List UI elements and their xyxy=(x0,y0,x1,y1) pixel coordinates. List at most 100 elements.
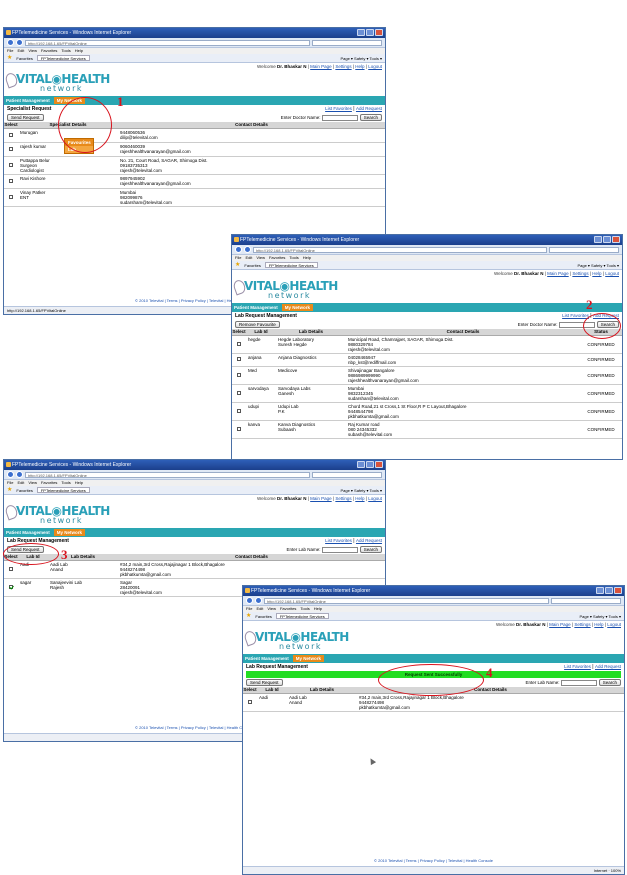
url-input[interactable]: http://192.168.1.65/FPVitalOnline xyxy=(25,471,310,478)
search-button[interactable]: Search xyxy=(359,114,382,121)
main-page-link[interactable]: Main Page xyxy=(310,496,332,501)
favorites-button[interactable]: Favorites xyxy=(16,54,32,62)
close-button[interactable] xyxy=(375,461,383,468)
select-checkbox[interactable] xyxy=(237,390,241,395)
browser-tab[interactable]: FPTelemedicine Services xyxy=(275,613,329,619)
url-input[interactable]: http://192.168.1.65/FPVitalOnline xyxy=(25,39,310,46)
forward-icon[interactable] xyxy=(255,597,262,604)
favorites-button[interactable]: Favorites xyxy=(16,486,32,494)
logout-link[interactable]: Logout xyxy=(605,271,619,276)
add-request-link[interactable]: Add Request xyxy=(595,664,621,669)
contact-details: 9060460039 rajeshhealthvanarayan@gmail.co… xyxy=(118,142,385,157)
nav-my-network[interactable]: My Network xyxy=(53,529,86,536)
minimize-button[interactable] xyxy=(357,29,365,36)
logout-link[interactable]: Logout xyxy=(368,496,382,501)
back-icon[interactable] xyxy=(246,597,253,604)
nav-my-network[interactable]: My Network xyxy=(292,655,325,662)
minimize-button[interactable] xyxy=(357,461,365,468)
remove-favourite-button[interactable]: Remove Favourite xyxy=(235,321,280,328)
lab-name-input[interactable] xyxy=(560,679,597,686)
command-bar[interactable]: Page ▾ Safety ▾ Tools ▾ xyxy=(340,486,382,494)
zoom-level[interactable]: 100% xyxy=(611,868,621,873)
nav-my-network[interactable]: My Network xyxy=(281,304,314,311)
add-request-link[interactable]: Add Request xyxy=(356,538,382,543)
select-checkbox[interactable] xyxy=(9,194,13,199)
nav-patient-management[interactable]: Patient Management xyxy=(6,98,50,103)
doctor-name-input[interactable] xyxy=(321,114,358,121)
send-request-button[interactable]: Send Request xyxy=(7,114,44,121)
back-icon[interactable] xyxy=(7,471,14,478)
page-footer[interactable]: © 2010 Televital | Terms | Privacy Polic… xyxy=(243,858,624,863)
select-checkbox[interactable] xyxy=(9,146,13,151)
logout-link[interactable]: Logout xyxy=(368,64,382,69)
select-checkbox[interactable] xyxy=(9,566,13,571)
list-favorites-link[interactable]: List Favorites xyxy=(325,538,352,543)
select-checkbox[interactable] xyxy=(237,408,241,413)
back-icon[interactable] xyxy=(235,246,242,253)
minimize-button[interactable] xyxy=(594,236,602,243)
help-link[interactable]: Help xyxy=(355,64,364,69)
add-request-link[interactable]: Add Request xyxy=(356,106,382,111)
settings-link[interactable]: Settings xyxy=(335,64,351,69)
select-checkbox[interactable] xyxy=(248,699,252,704)
star-icon[interactable]: ★ xyxy=(246,612,251,620)
list-favorites-link[interactable]: List Favorites xyxy=(564,664,591,669)
maximize-button[interactable] xyxy=(605,587,613,594)
search-button[interactable]: Search xyxy=(598,679,621,686)
command-bar[interactable]: Page ▾ Safety ▾ Tools ▾ xyxy=(577,261,619,269)
search-box[interactable] xyxy=(312,471,382,478)
search-box[interactable] xyxy=(549,246,619,253)
main-page-link[interactable]: Main Page xyxy=(310,64,332,69)
help-link[interactable]: Help xyxy=(594,622,603,627)
select-checkbox[interactable] xyxy=(9,178,13,183)
back-icon[interactable] xyxy=(7,39,14,46)
main-page-link[interactable]: Main Page xyxy=(549,622,571,627)
star-icon[interactable]: ★ xyxy=(7,486,12,494)
settings-link[interactable]: Settings xyxy=(335,496,351,501)
logout-link[interactable]: Logout xyxy=(607,622,621,627)
list-favorites-link[interactable]: List Favorites xyxy=(325,106,352,111)
command-bar[interactable]: Page ▾ Safety ▾ Tools ▾ xyxy=(579,612,621,620)
forward-icon[interactable] xyxy=(244,246,251,253)
help-link[interactable]: Help xyxy=(355,496,364,501)
close-button[interactable] xyxy=(375,29,383,36)
maximize-button[interactable] xyxy=(603,236,611,243)
search-box[interactable] xyxy=(312,39,382,46)
favorites-button[interactable]: Favorites xyxy=(244,261,260,269)
select-checkbox[interactable] xyxy=(9,132,13,137)
close-button[interactable] xyxy=(614,587,622,594)
browser-tab[interactable]: FPTelemedicine Services xyxy=(264,262,318,268)
select-checkbox[interactable] xyxy=(9,584,13,589)
forward-icon[interactable] xyxy=(16,471,23,478)
list-favorites-link[interactable]: List Favorites xyxy=(562,313,589,318)
forward-icon[interactable] xyxy=(16,39,23,46)
browser-tab[interactable]: FPTelemedicine Services xyxy=(36,55,90,61)
maximize-button[interactable] xyxy=(366,29,374,36)
search-box[interactable] xyxy=(551,597,621,604)
lab-name-input[interactable] xyxy=(321,546,358,553)
select-checkbox[interactable] xyxy=(237,341,241,346)
nav-patient-management[interactable]: Patient Management xyxy=(6,530,50,535)
help-link[interactable]: Help xyxy=(592,271,601,276)
star-icon[interactable]: ★ xyxy=(235,261,240,269)
browser-tab[interactable]: FPTelemedicine Services xyxy=(36,487,90,493)
url-input[interactable]: http://192.168.1.65/FPVitalOnline xyxy=(253,246,547,253)
nav-patient-management[interactable]: Patient Management xyxy=(245,656,289,661)
select-checkbox[interactable] xyxy=(9,162,13,167)
select-checkbox[interactable] xyxy=(237,372,241,377)
select-checkbox[interactable] xyxy=(237,357,241,361)
main-page-link[interactable]: Main Page xyxy=(547,271,569,276)
search-button[interactable]: Search xyxy=(359,546,382,553)
star-icon[interactable]: ★ xyxy=(7,54,12,62)
url-input[interactable]: http://192.168.1.65/FPVitalOnline xyxy=(264,597,549,604)
minimize-button[interactable] xyxy=(596,587,604,594)
settings-link[interactable]: Settings xyxy=(572,271,588,276)
close-button[interactable] xyxy=(612,236,620,243)
favorites-button[interactable]: Favorites xyxy=(255,612,271,620)
nav-patient-management[interactable]: Patient Management xyxy=(234,305,278,310)
command-bar[interactable]: Page ▾ Safety ▾ Tools ▾ xyxy=(340,54,382,62)
maximize-button[interactable] xyxy=(366,461,374,468)
send-request-button[interactable]: Send Request xyxy=(246,679,283,686)
settings-link[interactable]: Settings xyxy=(574,622,590,627)
select-checkbox[interactable] xyxy=(237,426,241,431)
